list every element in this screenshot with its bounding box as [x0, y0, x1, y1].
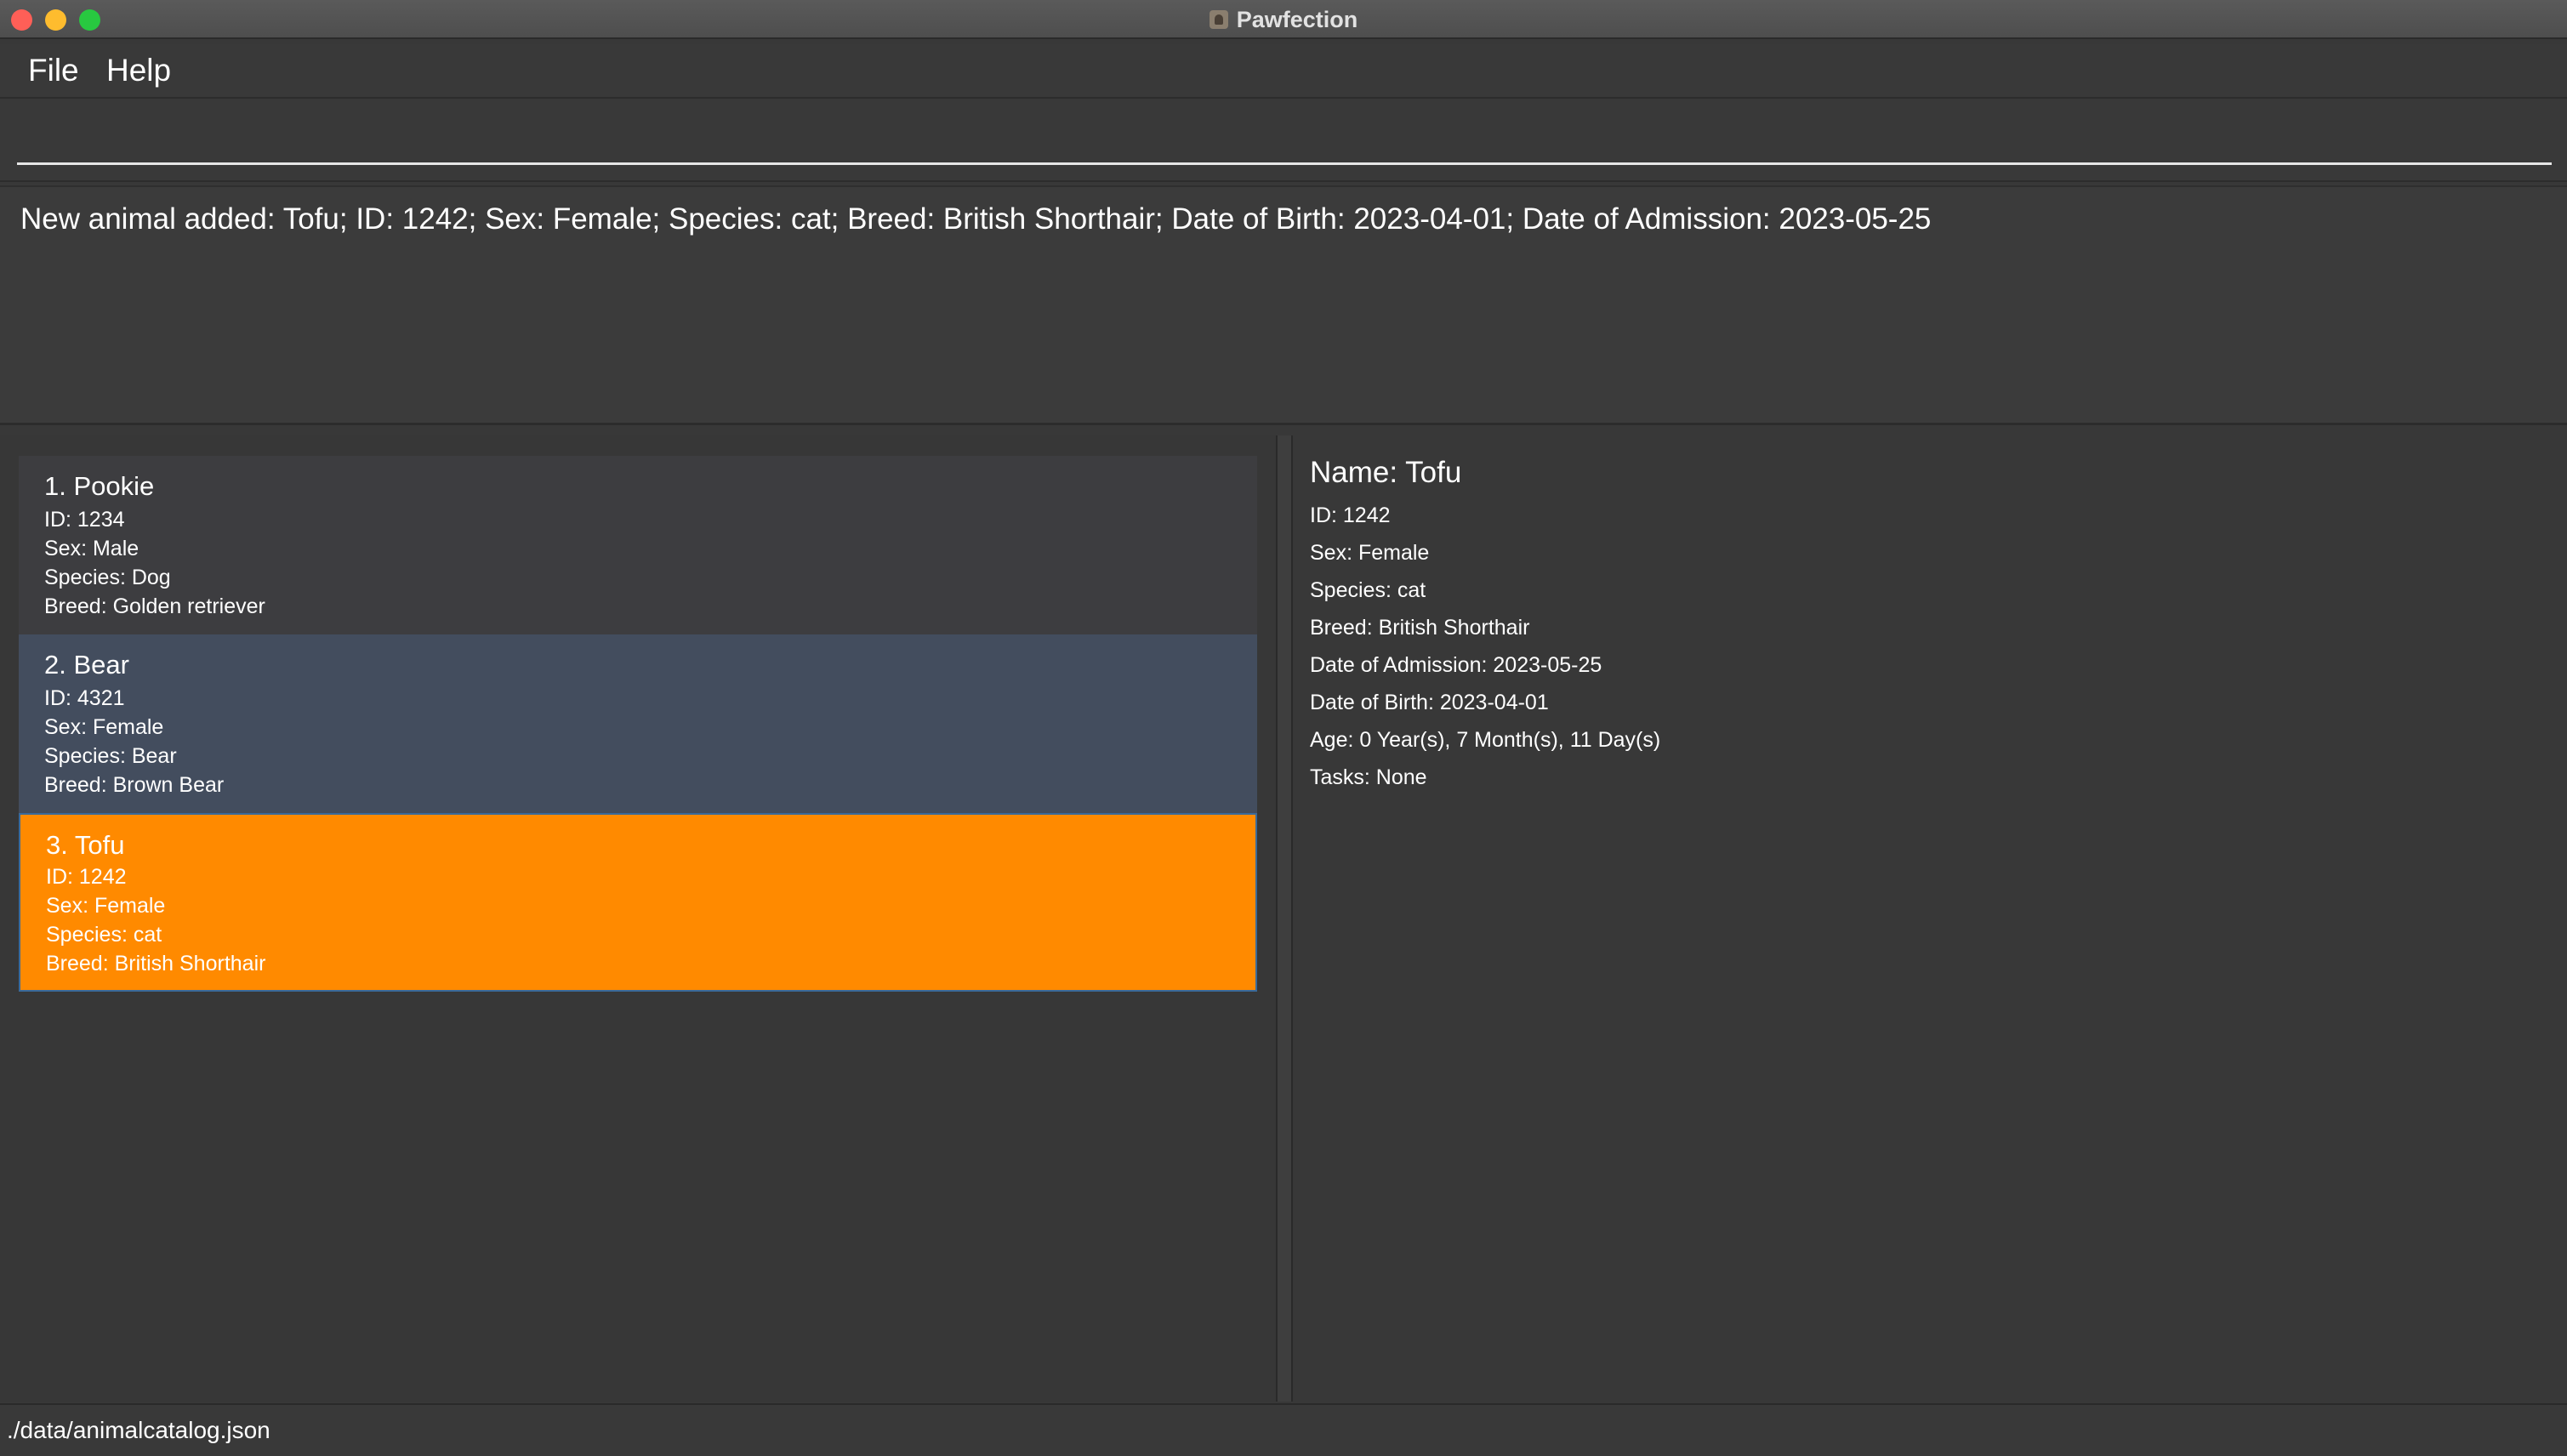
- command-box: [0, 100, 2567, 182]
- animal-card-breed: Breed: British Shorthair: [46, 952, 266, 975]
- result-display: New animal added: Tofu; ID: 1242; Sex: F…: [0, 185, 2567, 425]
- animal-card-id: ID: 1242: [46, 865, 127, 889]
- detail-sex: Sex: Female: [1310, 541, 1430, 565]
- menu-help[interactable]: Help: [106, 53, 171, 88]
- animal-card-species: Species: Dog: [44, 566, 171, 589]
- result-message: New animal added: Tofu; ID: 1242; Sex: F…: [20, 202, 1932, 236]
- animal-card-name: 1. Pookie: [44, 471, 155, 501]
- app-icon: [1209, 10, 1228, 29]
- detail-species: Species: cat: [1310, 578, 1426, 602]
- animal-card-id: ID: 1234: [44, 508, 125, 532]
- save-location: ./data/animalcatalog.json: [7, 1417, 270, 1443]
- status-bar: ./data/animalcatalog.json: [0, 1403, 2567, 1456]
- animal-card-species: Species: Bear: [44, 744, 177, 768]
- detail-admission: Date of Admission: 2023-05-25: [1310, 653, 1602, 677]
- animal-list-panel[interactable]: 1. Pookie ID: 1234 Sex: Male Species: Do…: [0, 435, 1278, 1402]
- animal-card-id: ID: 4321: [44, 686, 125, 710]
- animal-card-sex: Sex: Male: [44, 537, 139, 560]
- detail-id: ID: 1242: [1310, 503, 1391, 527]
- title-bar: Pawfection: [0, 0, 2567, 39]
- detail-breed: Breed: British Shorthair: [1310, 616, 1530, 640]
- window-title-group: Pawfection: [0, 0, 2567, 39]
- panel-splitter[interactable]: [1278, 435, 1293, 1402]
- detail-age: Age: 0 Year(s), 7 Month(s), 11 Day(s): [1310, 728, 1661, 752]
- animal-card-name: 2. Bear: [44, 650, 129, 680]
- window-title: Pawfection: [1236, 6, 1358, 32]
- detail-tasks: Tasks: None: [1310, 765, 1427, 789]
- animal-card[interactable]: 1. Pookie ID: 1234 Sex: Male Species: Do…: [19, 456, 1257, 634]
- menu-file[interactable]: File: [28, 53, 79, 88]
- detail-birth: Date of Birth: 2023-04-01: [1310, 691, 1549, 714]
- animal-card-sex: Sex: Female: [44, 715, 164, 739]
- animal-card-breed: Breed: Golden retriever: [44, 594, 265, 618]
- animal-card-species: Species: cat: [46, 923, 162, 947]
- animal-card[interactable]: 2. Bear ID: 4321 Sex: Female Species: Be…: [19, 634, 1257, 813]
- detail-name: Name: Tofu: [1310, 456, 1462, 489]
- animal-card-breed: Breed: Brown Bear: [44, 773, 225, 797]
- animal-detail-panel: Name: Tofu ID: 1242 Sex: Female Species:…: [1293, 435, 2567, 1402]
- animal-card-sex: Sex: Female: [46, 894, 166, 918]
- command-input[interactable]: [17, 124, 2552, 165]
- animal-card-name: 3. Tofu: [46, 830, 125, 860]
- animal-card-selected[interactable]: 3. Tofu ID: 1242 Sex: Female Species: ca…: [19, 813, 1257, 992]
- menu-bar: File Help: [0, 44, 2567, 99]
